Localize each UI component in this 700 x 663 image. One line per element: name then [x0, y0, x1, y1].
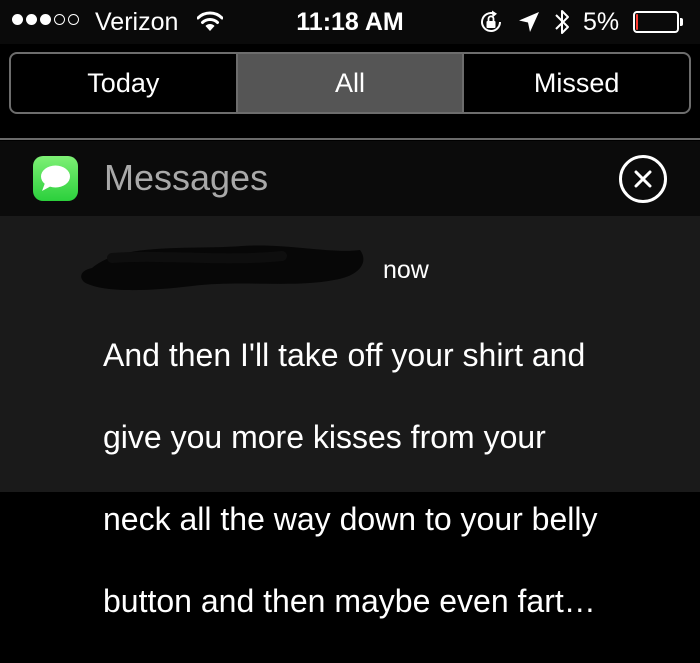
notification-timestamp: now: [383, 256, 429, 284]
message-line: neck all the way down to your belly: [103, 501, 598, 537]
notification-filter-tabs: Today All Missed: [9, 52, 691, 114]
app-name: Messages: [104, 157, 269, 198]
tab-all[interactable]: All: [235, 54, 463, 112]
battery-icon: [633, 11, 685, 33]
battery-tip: [680, 18, 683, 26]
notification-header: Messages: [0, 141, 700, 216]
section-divider: [0, 138, 700, 140]
close-icon: [634, 170, 652, 188]
redacted-sender-name: [81, 245, 364, 291]
bluetooth-icon: [555, 10, 569, 34]
message-line: give you more kisses from your: [103, 419, 546, 455]
messages-icon: [33, 156, 78, 201]
notification-card[interactable]: now And then I'll take off your shirt an…: [0, 216, 700, 619]
rotation-lock-icon: [481, 10, 501, 32]
message-line: And then I'll take off your shirt and: [103, 337, 586, 373]
tab-today[interactable]: Today: [11, 54, 236, 112]
battery-outline: [633, 11, 679, 33]
location-icon: [519, 12, 539, 32]
clear-notification-button[interactable]: [619, 155, 667, 203]
battery-level-fill: [636, 14, 638, 30]
tab-missed[interactable]: Missed: [462, 54, 689, 112]
message-line: button and then maybe even fart…: [103, 583, 596, 619]
battery-percent: 5%: [583, 8, 620, 36]
status-bar: Verizon 11:18 AM 5%: [0, 0, 700, 44]
message-preview: And then I'll take off your shirt and gi…: [103, 294, 698, 663]
